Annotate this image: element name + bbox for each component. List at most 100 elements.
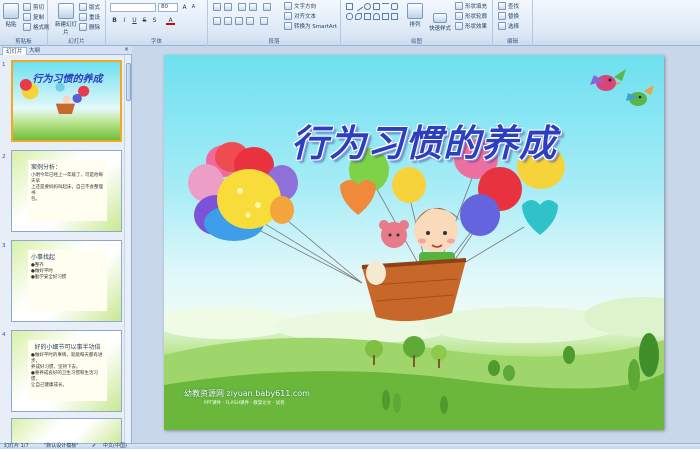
- scrollbar-thumb[interactable]: [126, 63, 131, 101]
- align-text-button[interactable]: 对齐文本: [284, 12, 316, 20]
- clipboard-label: 剪贴板: [15, 39, 32, 45]
- arrange-icon: [407, 3, 423, 19]
- arrow-shape-icon[interactable]: [382, 3, 389, 10]
- arrange-button[interactable]: 排列: [407, 3, 423, 28]
- strikethrough-icon[interactable]: S: [140, 16, 149, 25]
- drawing-group: 排列 快速样式 形状填充 形状轮廓 形状效果 绘图: [341, 0, 493, 46]
- curve-shape-icon[interactable]: [355, 13, 362, 20]
- rectangle-shape-icon[interactable]: [346, 3, 353, 10]
- text-direction-icon: [284, 2, 292, 10]
- block-arrow-shape-icon[interactable]: [382, 13, 389, 20]
- italic-icon[interactable]: I: [120, 16, 129, 25]
- hot-air-basket: [361, 207, 467, 322]
- grow-font-icon[interactable]: A: [180, 3, 189, 12]
- paste-button[interactable]: 粘贴: [3, 3, 19, 28]
- cut-button[interactable]: 剪切: [23, 3, 44, 11]
- oval-shape-icon[interactable]: [364, 3, 371, 10]
- columns-icon[interactable]: [260, 17, 268, 25]
- align-text-icon: [284, 12, 292, 20]
- pane-scrollbar[interactable]: [124, 55, 131, 443]
- scissors-icon: [23, 3, 31, 11]
- copy-button[interactable]: 复制: [23, 13, 44, 21]
- slide-3-title: 小事找起: [31, 254, 56, 261]
- tab-slides[interactable]: 幻灯片: [2, 47, 27, 55]
- text-direction-button[interactable]: 文字方向: [284, 2, 316, 10]
- effects-icon: [455, 22, 463, 30]
- underline-icon[interactable]: U: [130, 16, 139, 25]
- replace-icon: [498, 12, 506, 20]
- shape-fill-button[interactable]: 形状填充: [455, 2, 487, 10]
- birds: [590, 69, 654, 106]
- align-center-icon[interactable]: [224, 17, 232, 25]
- line-spacing-icon[interactable]: [263, 3, 271, 11]
- align-right-icon[interactable]: [235, 17, 243, 25]
- slide-3-line: ●勤学安全好习惯: [31, 275, 67, 280]
- shape-effects-button[interactable]: 形状效果: [455, 22, 487, 30]
- watermark-subtext: PPT课件 · FLASH课件 · 教案论文 · 试卷: [204, 401, 285, 406]
- slide-2-title: 案例分析：: [31, 164, 62, 171]
- shrink-font-icon[interactable]: A: [189, 3, 198, 12]
- format-painter-button[interactable]: 格式刷: [23, 23, 50, 31]
- editing-label: 编辑: [506, 39, 518, 45]
- select-button[interactable]: 选择: [498, 22, 519, 30]
- paragraph-label: 段落: [268, 39, 280, 45]
- callout-shape-icon[interactable]: [346, 13, 353, 20]
- slide-title[interactable]: 行为习惯的养成: [234, 113, 614, 167]
- more-shapes-icon[interactable]: [391, 13, 398, 20]
- spellcheck-icon[interactable]: ✔: [92, 444, 96, 449]
- current-slide[interactable]: 行为习惯的养成 幼教资源网 ziyuan.baby611.com PPT课件 ·…: [164, 55, 664, 430]
- font-label: 字体: [150, 39, 162, 45]
- slide-thumbnail-3[interactable]: 小事找起 ●整齐 ●做好平时 ●勤学安全好习惯: [11, 240, 122, 322]
- decrease-indent-icon[interactable]: [238, 3, 246, 11]
- heart-shape-icon[interactable]: [373, 13, 380, 20]
- slide-number: 1: [2, 62, 6, 68]
- star-shape-icon[interactable]: [391, 3, 398, 10]
- slide-4-content: 好的小细节可以事半功倍 ●做好平时的事情，就能每天都有进步， 养成好习惯，坚持下…: [28, 340, 107, 401]
- slides-group: 新建幻灯片 版式 重设 删除 幻灯片: [48, 0, 106, 46]
- layout-icon: [79, 3, 87, 11]
- paint-bucket-icon: [455, 2, 463, 10]
- close-icon[interactable]: ×: [124, 46, 129, 53]
- new-slide-button[interactable]: 新建幻灯片: [55, 3, 77, 36]
- replace-button[interactable]: 替换: [498, 12, 519, 20]
- bullets-icon[interactable]: [213, 3, 221, 11]
- reset-icon: [79, 13, 87, 21]
- brush-icon: [23, 23, 31, 31]
- quick-styles-button[interactable]: 快速样式: [429, 13, 451, 32]
- shape-outline-button[interactable]: 形状轮廓: [455, 12, 487, 20]
- triangle-shape-icon[interactable]: [373, 3, 380, 10]
- slide-thumbnail-2[interactable]: 案例分析： 小明今年已经上一年级了，可是他每天早 上还是要妈妈叫起床，自己不会整…: [11, 150, 122, 232]
- reset-button[interactable]: 重设: [79, 13, 100, 21]
- editing-group: 查找 替换 选择 编辑: [493, 0, 533, 46]
- slide-number: 3: [2, 243, 6, 249]
- slide-4-line: ●要养成良好的卫生习惯和生活习惯，: [31, 371, 98, 382]
- slide-artwork: [164, 69, 664, 430]
- numbering-icon[interactable]: [224, 3, 232, 11]
- slide-thumbnail-1[interactable]: 行为习惯的养成: [11, 60, 122, 142]
- increase-indent-icon[interactable]: [249, 3, 257, 11]
- font-size-combo[interactable]: 80: [158, 3, 178, 12]
- font-name-combo[interactable]: [110, 3, 156, 12]
- slide-indicator: 幻灯片 1/7: [4, 443, 29, 449]
- smartart-button[interactable]: 转换为 SmartArt: [284, 22, 337, 30]
- language-indicator: 中文(中国): [103, 443, 127, 449]
- tab-outline[interactable]: 大纲: [26, 47, 43, 55]
- font-color-icon[interactable]: A: [166, 16, 175, 25]
- justify-icon[interactable]: [246, 17, 254, 25]
- shadow-icon[interactable]: S: [150, 16, 159, 25]
- align-left-icon[interactable]: [213, 17, 221, 25]
- drawing-label: 绘图: [410, 39, 422, 45]
- line-shape-icon[interactable]: [353, 1, 364, 12]
- bold-icon[interactable]: B: [110, 16, 119, 25]
- layout-button[interactable]: 版式: [79, 3, 100, 11]
- delete-button[interactable]: 删除: [79, 23, 100, 31]
- clipboard-group: 粘贴 剪切 复制 格式刷 剪贴板: [0, 0, 50, 46]
- slide-3-content: 小事找起 ●整齐 ●做好平时 ●勤学安全好习惯: [28, 250, 107, 311]
- slide-4-line: ●做好平时的事情，就能每天都有进步，: [31, 353, 103, 364]
- brace-shape-icon[interactable]: [364, 13, 371, 20]
- slide-4-title: 好的小细节可以事半功倍: [34, 344, 101, 351]
- slide-2-content: 案例分析： 小明今年已经上一年级了，可是他每天早 上还是要妈妈叫起床，自己不会整…: [28, 160, 107, 221]
- slide-thumbnail-4[interactable]: 好的小细节可以事半功倍 ●做好平时的事情，就能每天都有进步， 养成好习惯，坚持下…: [11, 330, 122, 412]
- find-button[interactable]: 查找: [498, 2, 519, 10]
- ribbon: 粘贴 剪切 复制 格式刷 剪贴板 新建幻灯片 版式 重设 删除 幻灯片 80 A…: [0, 0, 700, 46]
